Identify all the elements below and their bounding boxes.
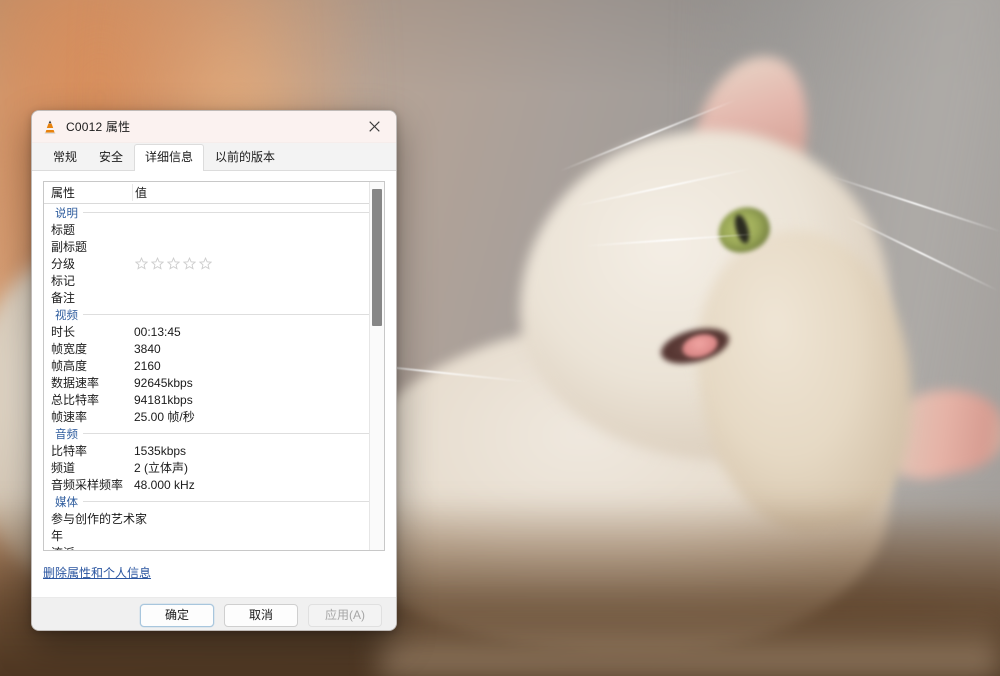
cancel-button[interactable]: 取消 <box>224 604 298 627</box>
property-name: 帧高度 <box>51 359 88 373</box>
dialog-titlebar[interactable]: C0012 属性 <box>32 111 396 143</box>
property-value-rating[interactable] <box>132 257 384 270</box>
property-name: 年 <box>51 529 64 543</box>
property-value[interactable]: 00:13:45 <box>132 325 384 339</box>
property-name: 流派 <box>44 544 132 550</box>
column-header-property: 属性 <box>51 186 76 200</box>
star-icon[interactable] <box>135 257 148 270</box>
group-divider <box>83 314 372 315</box>
group-divider <box>83 433 372 434</box>
table-row[interactable]: 帧高度 2160 <box>44 357 384 374</box>
property-name: 音频采样频率 <box>51 478 124 492</box>
property-name: 副标题 <box>51 240 88 254</box>
vertical-scrollbar[interactable] <box>369 182 384 550</box>
group-header-video: 视频 <box>44 306 384 323</box>
tab-security[interactable]: 安全 <box>88 145 134 170</box>
dialog-footer: 确定 取消 应用(A) <box>32 597 396 630</box>
tab-details[interactable]: 详细信息 <box>134 144 205 171</box>
table-row[interactable]: 频道 2 (立体声) <box>44 459 384 476</box>
property-value[interactable]: 2160 <box>132 359 384 373</box>
dialog-title: C0012 属性 <box>66 120 131 134</box>
table-row[interactable]: 流派 <box>44 544 384 550</box>
group-divider <box>83 501 372 502</box>
group-divider <box>83 212 372 213</box>
group-header-description: 说明 <box>44 204 384 221</box>
group-header-media: 媒体 <box>44 493 384 510</box>
property-value[interactable]: 94181kbps <box>132 393 384 407</box>
column-header-value: 值 <box>132 184 384 201</box>
table-row[interactable]: 备注 <box>44 289 384 306</box>
table-row[interactable]: 时长 00:13:45 <box>44 323 384 340</box>
scrollbar-thumb[interactable] <box>372 189 382 326</box>
property-name: 时长 <box>51 325 76 339</box>
table-row[interactable]: 音频采样频率 48.000 kHz <box>44 476 384 493</box>
properties-list-body: 说明 标题 副标题 分级 标记 备注 视频 时长 00:13:45 帧宽度 38… <box>44 204 384 550</box>
property-name: 帧速率 <box>51 410 88 424</box>
star-icon[interactable] <box>151 257 164 270</box>
table-row[interactable]: 副标题 <box>44 238 384 255</box>
property-name: 频道 <box>51 461 76 475</box>
properties-header-row: 属性 值 <box>44 182 384 204</box>
property-value[interactable]: 25.00 帧/秒 <box>132 408 384 425</box>
table-row[interactable]: 数据速率 92645kbps <box>44 374 384 391</box>
vlc-cone-icon <box>42 119 58 135</box>
group-label: 音频 <box>55 428 78 441</box>
group-label: 媒体 <box>55 496 78 509</box>
property-value[interactable]: 1535kbps <box>132 444 384 458</box>
apply-button: 应用(A) <box>308 604 382 627</box>
property-value[interactable]: 92645kbps <box>132 376 384 390</box>
property-name: 标题 <box>51 223 76 237</box>
group-header-audio: 音频 <box>44 425 384 442</box>
table-row[interactable]: 比特率 1535kbps <box>44 442 384 459</box>
table-row[interactable]: 帧速率 25.00 帧/秒 <box>44 408 384 425</box>
desktop-screen: C0012 属性 常规 安全 详细信息 以前的版本 属性 值 说明 标题 副标题… <box>0 0 1000 676</box>
property-name: 帧宽度 <box>51 342 88 356</box>
property-name: 标记 <box>51 274 76 288</box>
property-name: 数据速率 <box>51 376 100 390</box>
property-value[interactable]: 3840 <box>132 342 384 356</box>
file-properties-dialog: C0012 属性 常规 安全 详细信息 以前的版本 属性 值 说明 标题 副标题… <box>31 110 397 631</box>
property-name: 总比特率 <box>51 393 100 407</box>
table-row[interactable]: 分级 <box>44 255 384 272</box>
property-value[interactable]: 2 (立体声) <box>132 459 384 476</box>
tab-bar: 常规 安全 详细信息 以前的版本 <box>32 143 396 171</box>
tab-general[interactable]: 常规 <box>42 145 88 170</box>
group-label: 说明 <box>55 207 78 220</box>
property-name: 分级 <box>51 257 76 271</box>
tab-previous-versions[interactable]: 以前的版本 <box>204 145 286 170</box>
property-name: 备注 <box>51 291 76 305</box>
property-value[interactable]: 48.000 kHz <box>132 478 384 492</box>
properties-listbox[interactable]: 属性 值 说明 标题 副标题 分级 标记 备注 视频 时长 00:13:45 帧… <box>43 181 385 551</box>
rating-stars[interactable] <box>135 257 384 270</box>
table-row[interactable]: 年 <box>44 527 384 544</box>
details-panel: 属性 值 说明 标题 副标题 分级 标记 备注 视频 时长 00:13:45 帧… <box>32 170 396 597</box>
ok-button[interactable]: 确定 <box>140 604 214 627</box>
property-name: 比特率 <box>51 444 88 458</box>
close-icon[interactable] <box>352 111 396 142</box>
star-icon[interactable] <box>183 257 196 270</box>
table-row[interactable]: 参与创作的艺术家 <box>44 510 384 527</box>
group-label: 视频 <box>55 309 78 322</box>
remove-properties-link[interactable]: 删除属性和个人信息 <box>43 564 151 581</box>
table-row[interactable]: 标记 <box>44 272 384 289</box>
table-row[interactable]: 帧宽度 3840 <box>44 340 384 357</box>
table-row[interactable]: 标题 <box>44 221 384 238</box>
property-name: 参与创作的艺术家 <box>51 512 148 526</box>
star-icon[interactable] <box>199 257 212 270</box>
star-icon[interactable] <box>167 257 180 270</box>
table-row[interactable]: 总比特率 94181kbps <box>44 391 384 408</box>
